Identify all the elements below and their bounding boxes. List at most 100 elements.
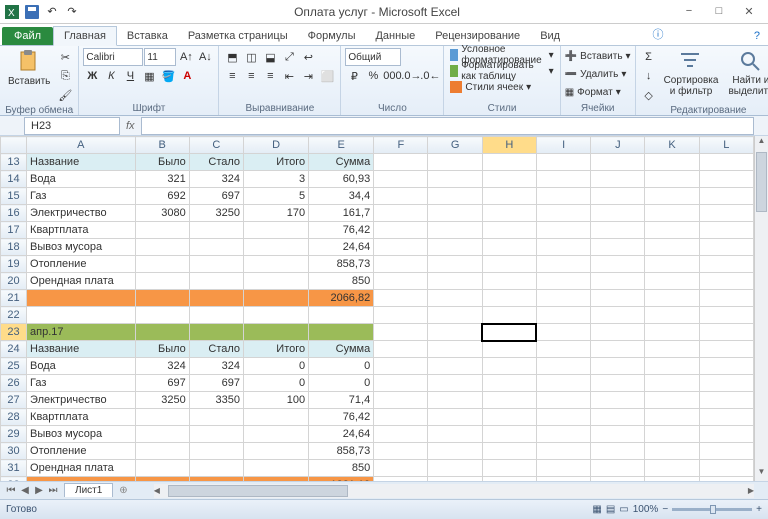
cell[interactable]	[189, 324, 243, 341]
row-header[interactable]: 26	[1, 375, 27, 392]
cell[interactable]: 24,64	[309, 426, 374, 443]
select-all[interactable]	[1, 137, 27, 154]
cell[interactable]	[189, 256, 243, 273]
horizontal-scrollbar[interactable]: ◀ ▶	[154, 484, 754, 498]
cell[interactable]	[189, 307, 243, 324]
new-sheet-icon[interactable]: ⊕	[113, 485, 133, 496]
cell[interactable]	[428, 222, 482, 239]
cell[interactable]	[374, 443, 428, 460]
align-middle-icon[interactable]: ◫	[242, 48, 260, 66]
cell[interactable]: 0	[244, 358, 309, 375]
percent-icon[interactable]: %	[364, 67, 382, 85]
cell[interactable]	[591, 392, 645, 409]
zoom-in-icon[interactable]: +	[756, 504, 762, 515]
row-header[interactable]: 22	[1, 307, 27, 324]
cell[interactable]	[645, 341, 699, 358]
cell[interactable]	[536, 341, 590, 358]
tab-nav-first-icon[interactable]: ⏮	[4, 485, 18, 496]
hscroll-thumb[interactable]	[168, 485, 348, 497]
cell[interactable]: 170	[244, 205, 309, 222]
ribbon-tab[interactable]: Данные	[365, 27, 425, 45]
row-header[interactable]: 25	[1, 358, 27, 375]
font-size-select[interactable]: 11	[144, 48, 176, 66]
cell[interactable]	[536, 256, 590, 273]
cell[interactable]	[244, 443, 309, 460]
ribbon-tab[interactable]: Вид	[530, 27, 570, 45]
row-header[interactable]: 21	[1, 290, 27, 307]
cell[interactable]	[482, 256, 536, 273]
cell[interactable]	[699, 324, 753, 341]
scroll-down-icon[interactable]: ▼	[755, 467, 768, 481]
cell[interactable]: Вывоз мусора	[27, 426, 136, 443]
ribbon-minimize-icon[interactable]: ⓘ	[644, 23, 671, 45]
col-header[interactable]: C	[189, 137, 243, 154]
ribbon-tab[interactable]: Разметка страницы	[178, 27, 298, 45]
cell[interactable]	[645, 222, 699, 239]
cell[interactable]	[482, 443, 536, 460]
cell[interactable]: Итого	[244, 341, 309, 358]
cell[interactable]	[699, 205, 753, 222]
cell[interactable]: 24,64	[309, 239, 374, 256]
col-header[interactable]: E	[309, 137, 374, 154]
ribbon-tab[interactable]: Рецензирование	[425, 27, 530, 45]
cell[interactable]	[189, 222, 243, 239]
cell[interactable]: 3350	[189, 392, 243, 409]
cell-styles-button[interactable]: Стили ячеек ▾	[448, 80, 533, 94]
view-layout-icon[interactable]: ▤	[606, 504, 615, 515]
cell[interactable]	[536, 375, 590, 392]
cell[interactable]	[645, 358, 699, 375]
maximize-button[interactable]: □	[710, 5, 728, 18]
cell[interactable]	[645, 171, 699, 188]
undo-icon[interactable]: ↶	[44, 4, 60, 20]
cell[interactable]	[189, 460, 243, 477]
format-as-table-button[interactable]: Форматировать как таблицу ▾	[448, 64, 555, 78]
row-header[interactable]: 28	[1, 409, 27, 426]
cell[interactable]	[645, 273, 699, 290]
cell[interactable]: 697	[189, 375, 243, 392]
cell[interactable]	[591, 341, 645, 358]
cell[interactable]	[189, 239, 243, 256]
cell[interactable]	[428, 273, 482, 290]
grid[interactable]: ABCDEFGHIJKL13НазваниеБылоСталоИтогоСумм…	[0, 136, 754, 481]
cell[interactable]	[428, 154, 482, 171]
cell[interactable]	[645, 324, 699, 341]
cell[interactable]: 850	[309, 273, 374, 290]
row-header[interactable]: 20	[1, 273, 27, 290]
cell[interactable]	[699, 477, 753, 482]
cell[interactable]: 324	[189, 171, 243, 188]
cell[interactable]: 76,42	[309, 409, 374, 426]
col-header[interactable]: K	[645, 137, 699, 154]
align-left-icon[interactable]: ≡	[223, 67, 241, 85]
underline-button[interactable]: Ч	[121, 67, 139, 85]
cell[interactable]	[482, 341, 536, 358]
cell[interactable]: Отопление	[27, 256, 136, 273]
cell[interactable]	[244, 256, 309, 273]
cell[interactable]	[591, 239, 645, 256]
col-header[interactable]: J	[591, 137, 645, 154]
scroll-up-icon[interactable]: ▲	[755, 136, 768, 150]
cell[interactable]	[27, 307, 136, 324]
minimize-button[interactable]: −	[680, 5, 698, 18]
cell[interactable]	[482, 409, 536, 426]
row-header[interactable]: 16	[1, 205, 27, 222]
row-header[interactable]: 18	[1, 239, 27, 256]
font-name-select[interactable]: Calibri	[83, 48, 143, 66]
cell[interactable]	[482, 358, 536, 375]
cell[interactable]	[428, 358, 482, 375]
cell[interactable]	[189, 290, 243, 307]
cell[interactable]	[591, 307, 645, 324]
indent-dec-icon[interactable]: ⇤	[280, 67, 298, 85]
cell[interactable]	[135, 307, 189, 324]
redo-icon[interactable]: ↷	[64, 4, 80, 20]
cell[interactable]	[135, 477, 189, 482]
cell[interactable]	[482, 154, 536, 171]
cell[interactable]: Вода	[27, 171, 136, 188]
cell[interactable]	[536, 409, 590, 426]
cell[interactable]	[482, 239, 536, 256]
cell[interactable]	[482, 205, 536, 222]
col-header[interactable]: G	[428, 137, 482, 154]
cell[interactable]	[645, 392, 699, 409]
cell[interactable]	[482, 426, 536, 443]
cell[interactable]: Квартплата	[27, 222, 136, 239]
cell[interactable]	[135, 273, 189, 290]
